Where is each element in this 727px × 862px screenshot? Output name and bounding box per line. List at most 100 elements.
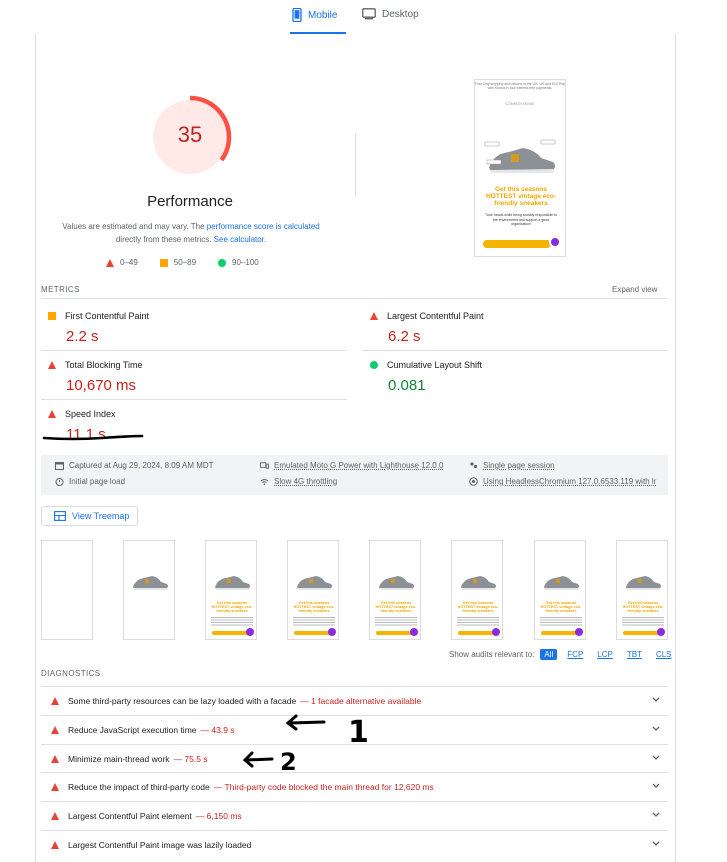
frame-body [293,617,335,627]
average-square-icon [48,312,56,320]
frame-topbar [370,541,420,543]
view-treemap-button[interactable]: View Treemap [41,506,138,526]
preview-topbar: Free Day shipping and returns in the US,… [475,82,565,90]
browser-info: Using HeadlessChromium 127.0.6533.119 wi… [469,477,656,486]
frame-body [622,617,664,627]
run-info-panel: Captured at Aug 29, 2024, 8:09 AM MDT In… [41,455,668,495]
frame-headline: Get this seasons HOTTEST vintage eco-fri… [622,601,664,613]
initial-load-info: Initial page load [55,477,125,486]
chevron-down-icon [652,755,660,760]
final-screenshot-preview[interactable]: Free Day shipping and returns in the US,… [474,79,566,257]
session-text[interactable]: Single page session [483,461,555,470]
diagnostic-title: Some third-party resources can be lazy l… [68,696,297,706]
filmstrip-frame [41,540,93,640]
vertical-divider [355,134,356,196]
tab-desktop[interactable]: Desktop [362,8,419,20]
wifi-icon [260,479,269,485]
metrics-row-divider [41,350,347,351]
diagnostic-value: — 1 facade alternative available [300,696,422,706]
legend-pass-label: 90–100 [232,258,259,267]
performance-title: Performance [147,193,233,210]
chat-bubble-icon [246,628,254,636]
chat-bubble-icon [549,236,561,248]
metrics-header: METRICS [41,285,80,294]
frame-body [540,617,582,627]
diagnostic-title: Minimize main-thread work [68,754,170,764]
preview-logo: COMMON SENSE [505,102,535,106]
fail-triangle-icon [51,812,59,820]
frame-topbar [452,541,502,543]
audit-filter: Show audits relevant to: All FCP LCP TBT… [449,649,676,660]
frame-topbar [206,541,256,543]
performance-score-link[interactable]: performance score is calculated [207,222,320,231]
diagnostic-value: — 75.5 s [173,754,208,764]
fail-triangle-icon [51,726,59,734]
frame-headline: Get this seasons HOTTEST vintage eco-fri… [457,601,499,613]
sneaker-image-icon [215,576,250,590]
chat-bubble-icon [328,628,336,636]
performance-gauge: 35 [148,95,232,179]
average-square-icon [159,258,168,267]
captured-text: Captured at Aug 29, 2024, 8:09 AM MDT [69,461,214,470]
legend-average-label: 50–89 [173,258,197,267]
diagnostic-item[interactable]: Largest Contentful Paint element — 6,150… [41,801,668,830]
metric-cls-value: 0.081 [388,377,426,394]
metric-lcp-label: Largest Contentful Paint [387,311,484,321]
filmstrip-frame: Get this seasons HOTTEST vintage eco-fri… [616,540,668,640]
filmstrip-frame: Get this seasons HOTTEST vintage eco-fri… [205,540,257,640]
fail-triangle-icon [48,361,56,369]
filter-chip-lcp[interactable]: LCP [593,649,617,660]
frame-headline: Get this seasons HOTTEST vintage eco-fri… [540,601,582,613]
metric-tbt: Total Blocking Time 10,670 ms [48,359,338,394]
calculator-link[interactable]: See calculator. [214,235,266,244]
chat-bubble-icon [492,628,500,636]
view-treemap-label: View Treemap [72,511,130,521]
frame-cta [376,631,412,635]
diagnostic-title: Reduce the impact of third-party code [68,782,210,792]
performance-note-text: Values are estimated and may vary. The [62,222,207,231]
diagnostics-header: DIAGNOSTICS [41,669,101,678]
diagnostic-item[interactable]: Reduce JavaScript execution time — 43.9 … [41,715,668,744]
diagnostic-item[interactable]: Largest Contentful Paint image was lazil… [41,830,668,859]
filmstrip-frame: Get this seasons HOTTEST vintage eco-fri… [451,540,503,640]
legend-average: 50–89 [159,258,197,267]
fail-triangle-icon [51,783,59,791]
tab-mobile[interactable]: Mobile [292,8,337,22]
chevron-down-icon [652,841,660,846]
chevron-down-icon [652,812,660,817]
fail-triangle-icon [51,697,59,705]
diagnostic-value: — 43.9 s [200,725,235,735]
fail-triangle-icon [370,312,378,320]
initial-load-text: Initial page load [69,477,126,486]
throttling-text[interactable]: Slow 4G throttling [274,477,337,486]
expand-view-toggle[interactable]: Expand view [612,285,657,294]
device-text[interactable]: Emulated Moto G Power with Lighthouse 12… [274,461,443,470]
frame-body [457,617,499,627]
sneaker-image-icon [133,576,168,590]
frame-cta [541,631,577,635]
diagnostic-title: Reduce JavaScript execution time [68,725,197,735]
metric-lcp-value: 6.2 s [388,328,421,345]
chevron-down-icon [652,726,660,731]
filmstrip-frame [123,540,175,640]
frame-topbar [617,541,667,543]
filter-chip-tbt[interactable]: TBT [623,649,646,660]
people-icon [470,462,478,469]
frame-topbar [535,541,585,543]
metric-cls: Cumulative Layout Shift 0.081 [370,359,660,394]
browser-text[interactable]: Using HeadlessChromium 127.0.6533.119 wi… [483,477,656,486]
sneaker-image-icon [483,138,559,178]
treemap-icon [54,511,66,521]
filter-chip-all[interactable]: All [540,649,558,660]
diagnostic-title: Largest Contentful Paint image was lazil… [68,840,252,850]
filmstrip-frame: Get this seasons HOTTEST vintage eco-fri… [369,540,421,640]
fail-triangle-icon [51,841,59,849]
filter-chip-fcp[interactable]: FCP [563,649,587,660]
filter-chip-cls[interactable]: CLS [652,649,676,660]
diagnostic-item[interactable]: Minimize main-thread work — 75.5 s [41,744,668,773]
diagnostic-item[interactable]: Some third-party resources can be lazy l… [41,686,668,715]
metric-si: Speed Index 11.1 s [48,408,338,443]
diagnostic-title: Largest Contentful Paint element [68,811,192,821]
frame-cta [212,631,248,635]
diagnostic-item[interactable]: Reduce the impact of third-party code — … [41,772,668,801]
